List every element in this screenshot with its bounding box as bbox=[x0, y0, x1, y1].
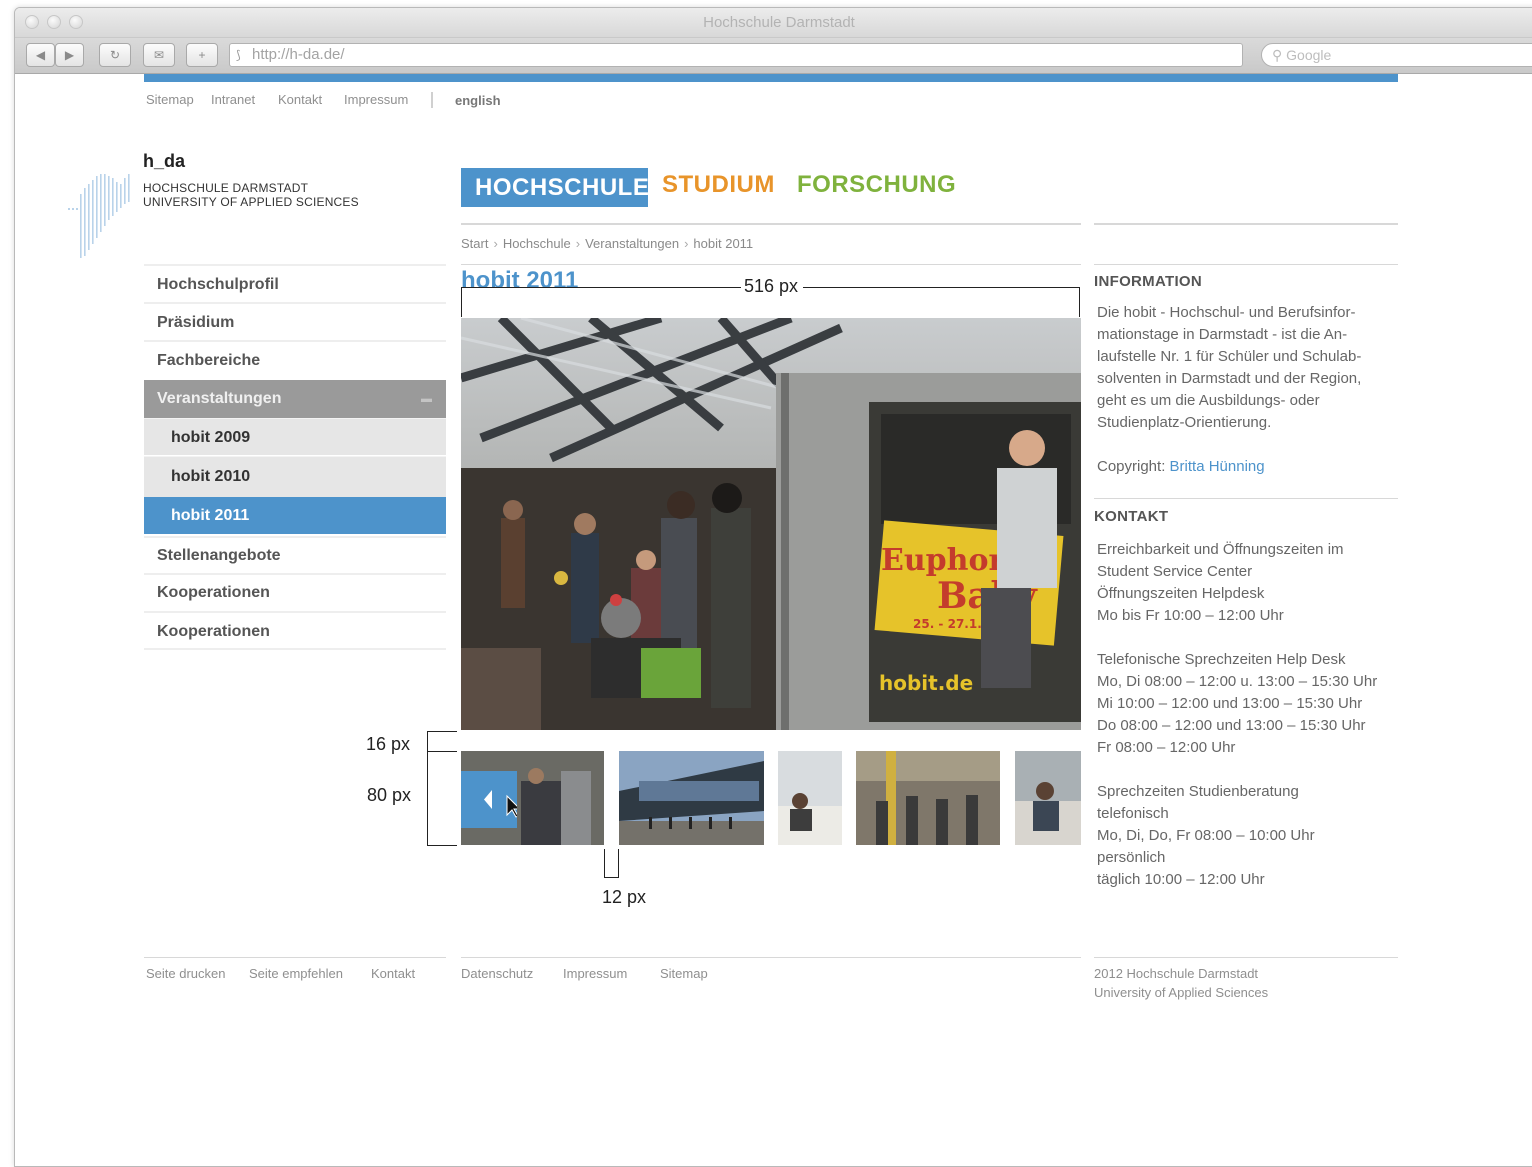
annotation-line bbox=[1079, 287, 1080, 317]
footer-link-impressum[interactable]: Impressum bbox=[563, 966, 627, 981]
annotation-thumb-gap: 12 px bbox=[602, 887, 647, 907]
info-text: Die hobit - Hochschul- und Berufsinfor- … bbox=[1097, 304, 1362, 431]
footer-link-kontakt[interactable]: Kontakt bbox=[371, 966, 415, 981]
chevron-left-icon bbox=[484, 790, 522, 818]
sidebar-item-kooperationen-2[interactable]: Kooperationen bbox=[144, 611, 446, 650]
tab-hochschule[interactable]: HOCHSCHULE bbox=[461, 168, 649, 207]
breadcrumb-current: hobit 2011 bbox=[693, 236, 754, 251]
sidebar-item-hochschulprofil[interactable]: Hochschulprofil bbox=[144, 264, 446, 303]
annotation-gap: 16 px bbox=[366, 734, 411, 754]
sidebar-item-label: Veranstaltungen bbox=[157, 390, 282, 407]
chevron-down-icon: ▬ bbox=[421, 393, 432, 405]
breadcrumb-separator-icon: › bbox=[575, 236, 581, 251]
annotation-line bbox=[461, 287, 741, 288]
annotation-line bbox=[604, 877, 619, 878]
copyright-line: Copyright: Britta Hünning bbox=[1097, 458, 1265, 475]
sidebar-item-fachbereiche[interactable]: Fachbereiche bbox=[144, 340, 446, 380]
photographer-link[interactable]: Britta Hünning bbox=[1170, 458, 1265, 475]
divider bbox=[1094, 264, 1398, 265]
footer-link-sitemap[interactable]: Sitemap bbox=[660, 966, 708, 981]
annotation-line bbox=[604, 849, 605, 877]
breadcrumb-start[interactable]: Start bbox=[461, 236, 488, 251]
footer-link-datenschutz[interactable]: Datenschutz bbox=[461, 966, 533, 981]
sidebar-item-hobit-2010[interactable]: hobit 2010 bbox=[144, 456, 446, 497]
annotation-width: 516 px bbox=[744, 276, 799, 296]
annotation-line bbox=[427, 731, 457, 732]
breadcrumb-separator-icon: › bbox=[684, 236, 689, 251]
tab-studium[interactable]: STUDIUM bbox=[662, 171, 775, 199]
footer-copyright-1: 2012 Hochschule Darmstadt bbox=[1094, 966, 1259, 981]
divider bbox=[1094, 957, 1398, 958]
poster-footer: hobit.de bbox=[879, 671, 973, 695]
footer-link-recommend[interactable]: Seite empfehlen bbox=[249, 966, 343, 981]
info-heading: INFORMATION bbox=[1094, 273, 1203, 290]
annotation-thumb-height: 80 px bbox=[367, 785, 412, 805]
divider bbox=[461, 264, 1081, 265]
annotation-line bbox=[427, 751, 428, 845]
annotation-line bbox=[427, 845, 457, 846]
annotation-line bbox=[427, 731, 428, 751]
breadcrumb-hochschule[interactable]: Hochschule bbox=[503, 236, 571, 251]
divider bbox=[461, 957, 1081, 958]
thumbnail-2[interactable] bbox=[619, 751, 764, 845]
annotation-line bbox=[427, 751, 457, 752]
meta-link-intranet[interactable]: Intranet bbox=[211, 92, 255, 107]
sidebar-item-stellenangebote[interactable]: Stellenangebote bbox=[144, 536, 446, 573]
footer-copyright-2: University of Applied Sciences bbox=[1094, 985, 1269, 1000]
kontakt-heading: KONTAKT bbox=[1094, 508, 1169, 525]
web-page: Sitemap Intranet Kontakt Impressum engli… bbox=[0, 0, 1532, 1152]
annotation-line bbox=[618, 849, 619, 877]
language-link[interactable]: english bbox=[455, 93, 501, 108]
thumbnail-3[interactable] bbox=[778, 751, 842, 845]
tab-forschung[interactable]: FORSCHUNG bbox=[797, 171, 956, 199]
breadcrumb: Start › Hochschule › Veranstaltungen › hobit 2… bbox=[461, 236, 753, 251]
annotation-line bbox=[461, 287, 462, 317]
meta-link-kontakt[interactable]: Kontakt bbox=[278, 92, 322, 107]
breadcrumb-separator-icon: › bbox=[493, 236, 498, 251]
logo-title[interactable]: h_da bbox=[143, 151, 185, 172]
divider bbox=[1094, 498, 1398, 499]
sidebar-item-veranstaltungen[interactable]: Veranstaltungen ▬ bbox=[144, 380, 446, 418]
sidebar-item-kooperationen[interactable]: Kooperationen bbox=[144, 573, 446, 611]
divider bbox=[144, 957, 446, 958]
annotation-line bbox=[803, 287, 1080, 288]
thumbnail-5[interactable] bbox=[1015, 751, 1081, 845]
page-title: hobit 2011 bbox=[461, 267, 579, 294]
kontakt-text: Erreichbarkeit und Öffnungszeiten im Stu… bbox=[1097, 541, 1378, 888]
thumbnail-4[interactable] bbox=[856, 751, 1000, 845]
meta-link-sitemap[interactable]: Sitemap bbox=[146, 92, 194, 107]
divider bbox=[461, 223, 1081, 225]
thumbnail-prev-button[interactable] bbox=[461, 771, 522, 828]
meta-link-impressum[interactable]: Impressum bbox=[344, 92, 408, 107]
logo-mark-icon bbox=[68, 174, 130, 258]
sidebar-item-hobit-2011[interactable]: hobit 2011 bbox=[144, 497, 446, 534]
breadcrumb-veranstaltungen[interactable]: Veranstaltungen bbox=[585, 236, 679, 251]
divider bbox=[1094, 223, 1398, 225]
event-photo[interactable]: Euphorie, Baby 25. - 27.1.2011 hobit.de bbox=[461, 318, 1081, 730]
logo-subtitle-2: UNIVERSITY OF APPLIED SCIENCES bbox=[143, 195, 359, 209]
sidebar-item-hobit-2009[interactable]: hobit 2009 bbox=[144, 418, 446, 455]
sidebar-item-praesidium[interactable]: Präsidium bbox=[144, 302, 446, 341]
logo-subtitle-1: HOCHSCHULE DARMSTADT bbox=[143, 181, 309, 195]
meta-separator bbox=[431, 92, 433, 108]
footer-link-print[interactable]: Seite drucken bbox=[146, 966, 226, 981]
header-accent-bar bbox=[144, 74, 1398, 82]
